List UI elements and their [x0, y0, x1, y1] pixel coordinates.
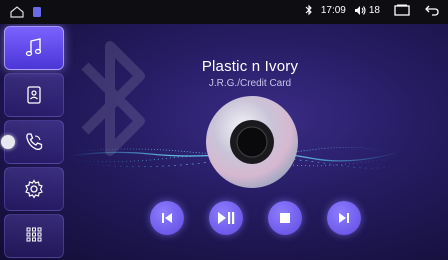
song-title: Plastic n Ivory: [201, 58, 299, 75]
back-icon[interactable]: [424, 4, 440, 16]
bluetooth-icon: [305, 4, 312, 16]
sidebar-item-phone[interactable]: [1, 120, 64, 164]
playback-controls: [150, 201, 370, 235]
next-button[interactable]: [327, 201, 361, 235]
volume-level: 18: [368, 4, 380, 16]
music-player-screen: Plastic n Ivory J.R.G./Credit Card: [0, 24, 448, 260]
dialpad-grid-icon: [26, 227, 42, 242]
previous-button[interactable]: [150, 201, 184, 235]
recent-apps-icon[interactable]: [394, 4, 410, 16]
skip-next-icon: [339, 213, 349, 223]
skip-previous-icon: [162, 213, 172, 223]
music-note-icon: [25, 38, 42, 57]
play-pause-button[interactable]: [209, 201, 243, 235]
stop-icon: [280, 213, 290, 223]
contacts-book-icon: [27, 86, 41, 104]
clock: 17:09: [320, 4, 346, 16]
sidebar-item-music[interactable]: [4, 26, 64, 70]
status-bar: 17:09 18: [0, 0, 448, 24]
song-artist: J.R.G./Credit Card: [208, 78, 292, 89]
app-square-icon[interactable]: [32, 6, 42, 18]
phone-icon: [26, 133, 43, 150]
sidebar-item-dialpad[interactable]: [4, 214, 64, 258]
sidebar-item-settings[interactable]: [4, 167, 64, 211]
home-outline-icon[interactable]: [10, 6, 24, 18]
assistive-touch-dot[interactable]: [1, 135, 15, 149]
album-disc: [206, 96, 298, 188]
sidebar: [1, 26, 64, 258]
stop-button[interactable]: [268, 201, 302, 235]
play-pause-icon: [218, 212, 235, 224]
gear-icon: [25, 179, 43, 199]
volume-icon[interactable]: [354, 5, 366, 16]
sidebar-item-contacts[interactable]: [4, 73, 64, 117]
